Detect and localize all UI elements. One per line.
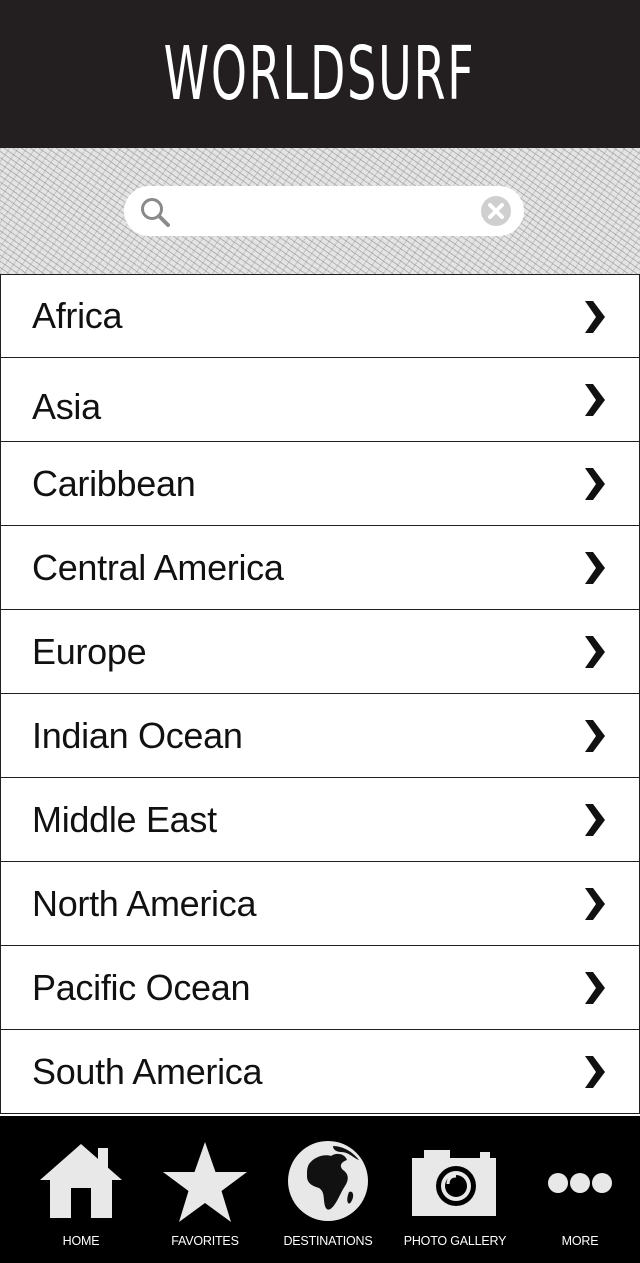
chevron-right-icon xyxy=(585,720,605,752)
list-item-label: North America xyxy=(32,882,257,924)
tab-label: FAVORITES xyxy=(171,1234,239,1248)
chevron-right-icon xyxy=(585,301,605,333)
camera-icon xyxy=(412,1150,496,1216)
clear-icon[interactable] xyxy=(480,195,512,227)
tab-favorites[interactable]: FAVORITES xyxy=(155,1116,255,1263)
tab-more[interactable]: MORE xyxy=(530,1116,630,1263)
tab-label: HOME xyxy=(62,1234,100,1248)
list-item-europe[interactable]: Europe xyxy=(0,610,640,694)
list-item-africa[interactable]: Africa xyxy=(0,274,640,358)
list-item-indian-ocean[interactable]: Indian Ocean xyxy=(0,694,640,778)
chevron-right-icon xyxy=(585,636,605,668)
list-item-label: Europe xyxy=(32,630,147,672)
tab-photo-gallery[interactable]: PHOTO GALLERY xyxy=(400,1116,510,1263)
chevron-right-icon xyxy=(585,1056,605,1088)
tab-destinations[interactable]: DESTINATIONS xyxy=(278,1116,378,1263)
list-item-label: Asia xyxy=(32,385,101,427)
chevron-right-icon xyxy=(585,552,605,584)
list-item-label: Caribbean xyxy=(32,462,196,504)
chevron-right-icon xyxy=(585,384,605,416)
more-icon xyxy=(548,1173,612,1193)
list-item-label: Central America xyxy=(32,546,284,588)
tab-home[interactable]: HOME xyxy=(31,1116,131,1263)
app-header: WORLDSURF xyxy=(0,0,640,148)
tab-label: DESTINATIONS xyxy=(283,1234,373,1248)
search-field[interactable] xyxy=(124,186,524,236)
search-icon xyxy=(141,198,170,227)
chevron-right-icon xyxy=(585,468,605,500)
list-item-pacific-ocean[interactable]: Pacific Ocean xyxy=(0,946,640,1030)
chevron-right-icon xyxy=(585,888,605,920)
list-item-central-america[interactable]: Central America xyxy=(0,526,640,610)
list-item-caribbean[interactable]: Caribbean xyxy=(0,442,640,526)
list-item-north-america[interactable]: North America xyxy=(0,862,640,946)
list-item-label: South America xyxy=(32,1050,263,1092)
list-item-label: Indian Ocean xyxy=(32,714,243,756)
search-bar xyxy=(0,148,640,274)
list-item-south-america[interactable]: South America xyxy=(0,1030,640,1114)
chevron-right-icon xyxy=(585,972,605,1004)
chevron-right-icon xyxy=(585,804,605,836)
tab-label: PHOTO GALLERY xyxy=(403,1234,507,1248)
star-icon xyxy=(163,1142,247,1222)
search-input[interactable] xyxy=(184,194,488,230)
region-list: Africa Asia Caribbean Central America Eu… xyxy=(0,274,640,1114)
app-title: WORLDSURF xyxy=(164,31,476,117)
list-item-label: Middle East xyxy=(32,798,217,840)
home-icon xyxy=(40,1144,122,1218)
list-item-asia[interactable]: Asia xyxy=(0,358,640,442)
list-item-middle-east[interactable]: Middle East xyxy=(0,778,640,862)
list-item-label: Pacific Ocean xyxy=(32,966,251,1008)
list-item-label: Africa xyxy=(32,295,123,336)
globe-icon xyxy=(288,1141,368,1221)
tab-label: MORE xyxy=(561,1234,599,1248)
tab-bar: HOME FAVORITES DESTINATIONS PHOTO GALLER… xyxy=(0,1116,640,1263)
